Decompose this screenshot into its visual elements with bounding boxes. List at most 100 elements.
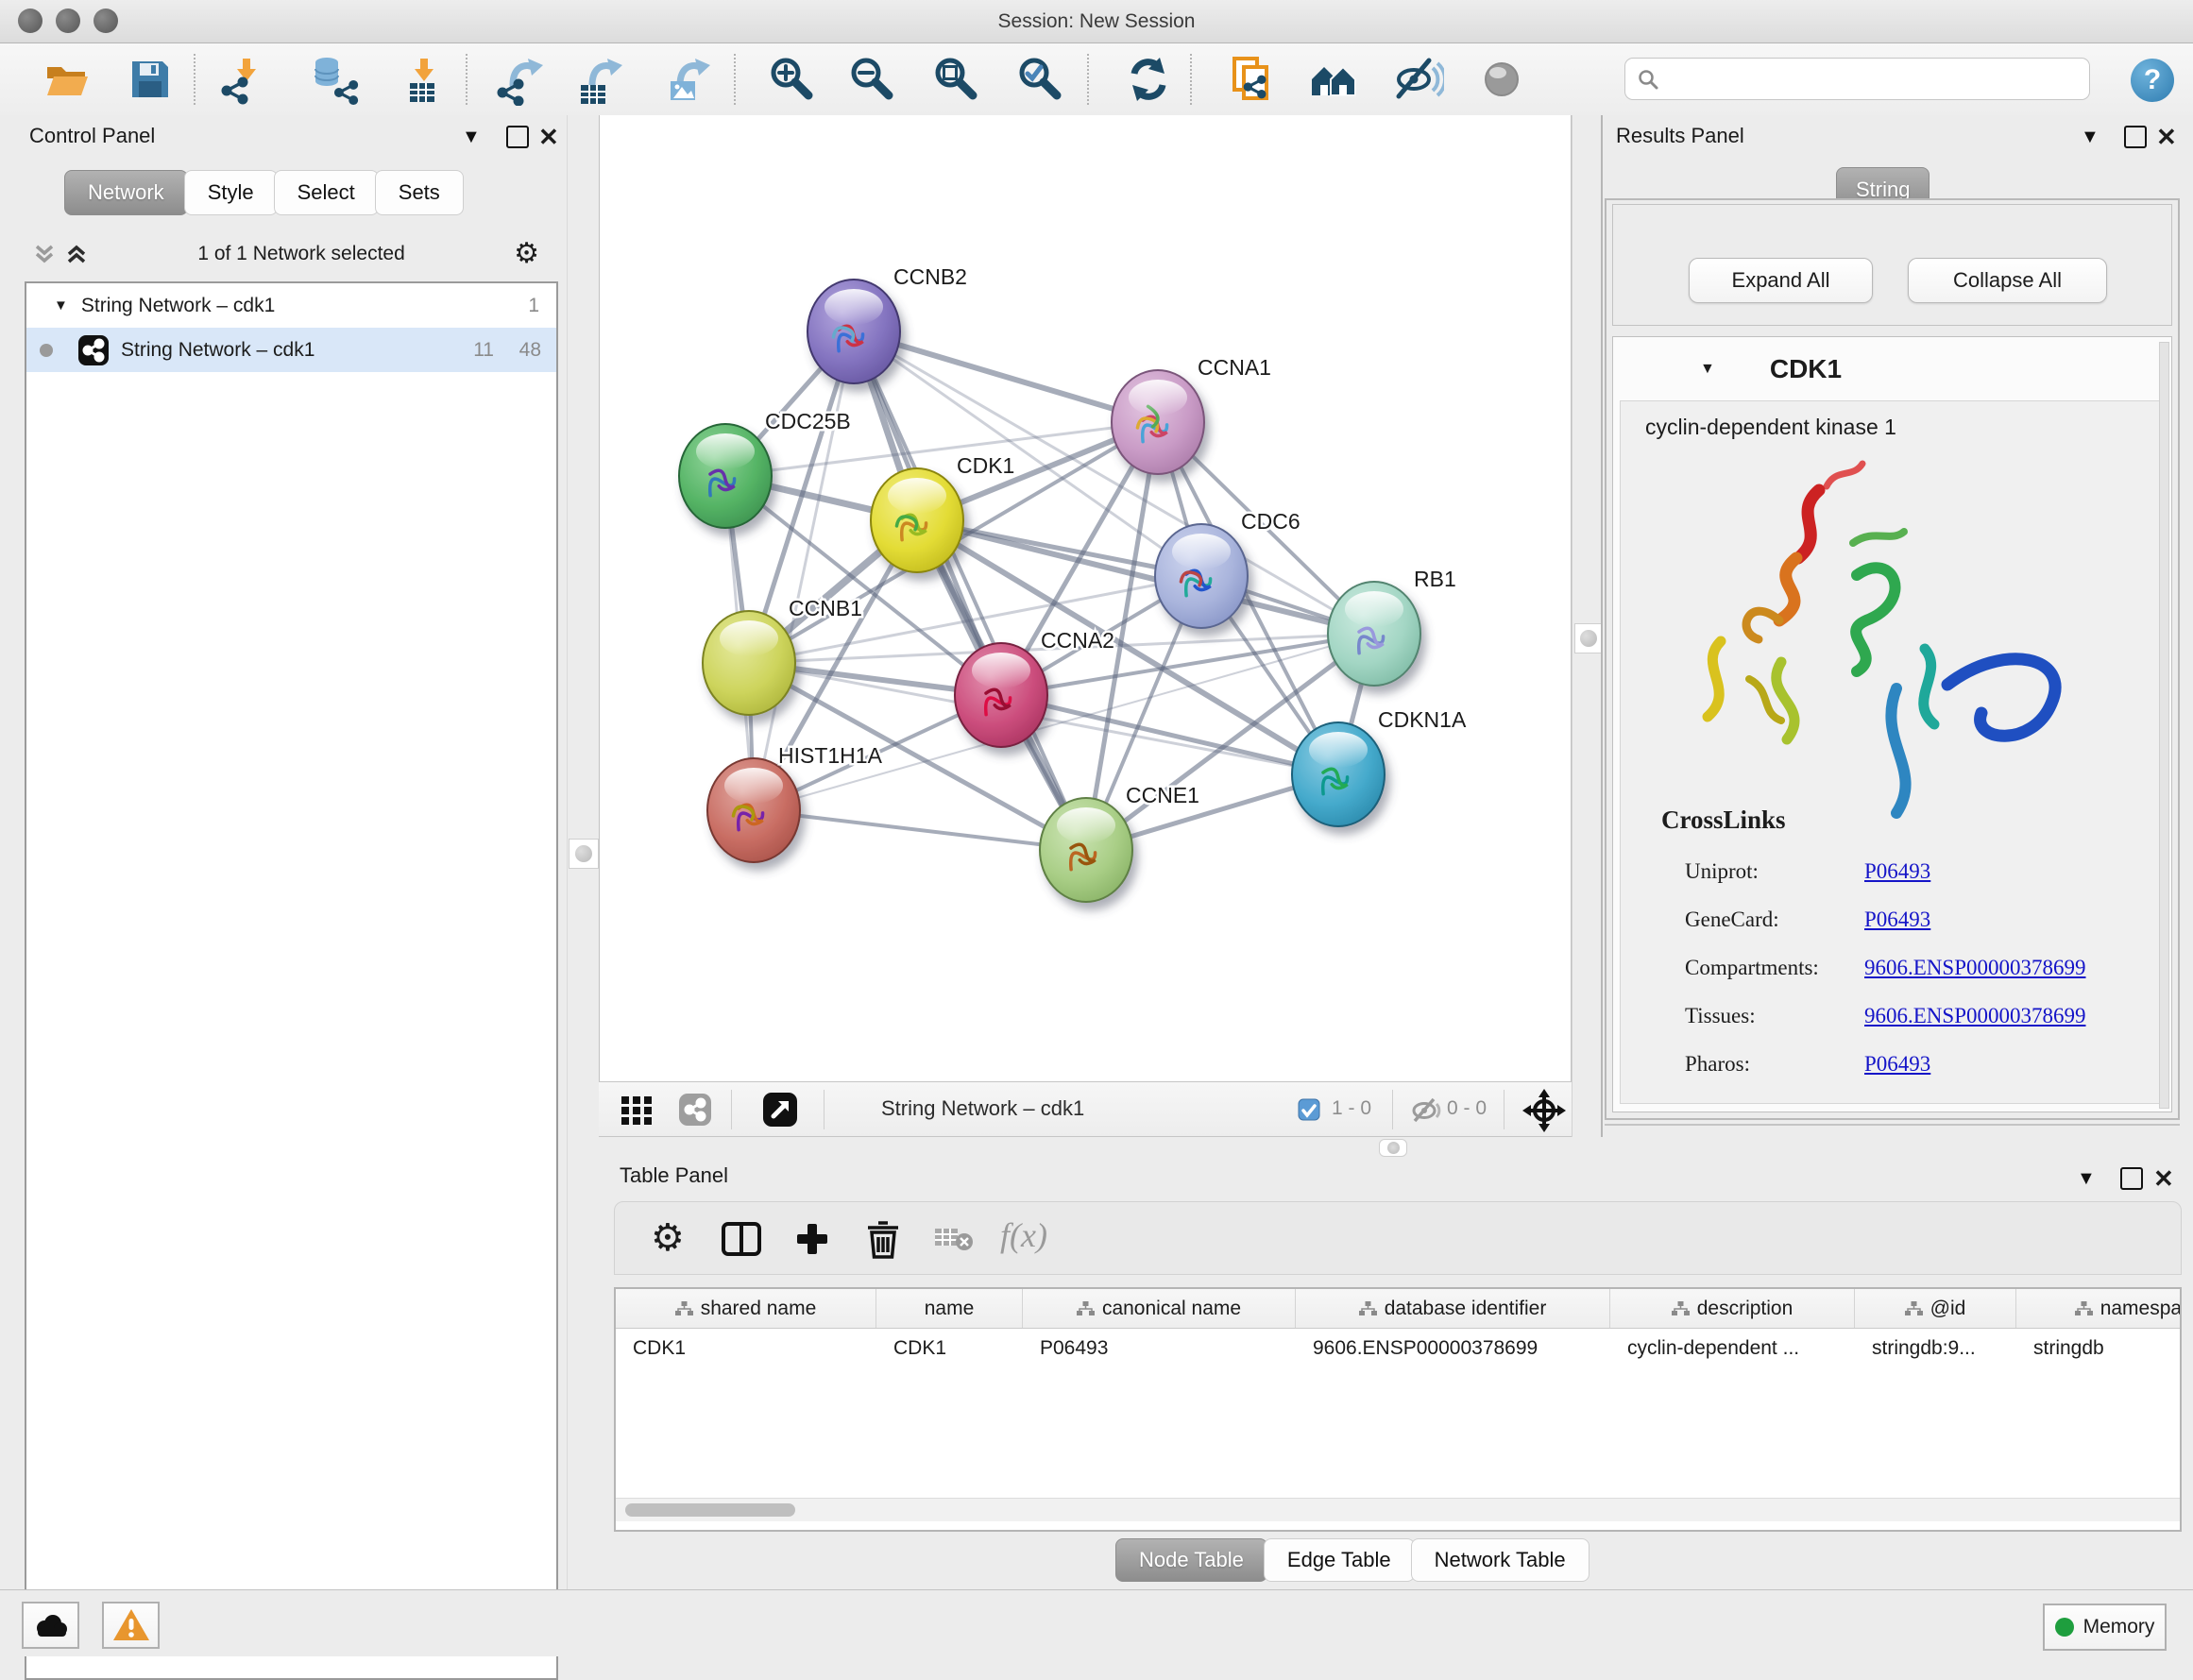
- cdk1-section-header[interactable]: ▼ CDK1: [1613, 337, 2171, 400]
- right-splitter-handle[interactable]: [1574, 623, 1603, 653]
- delete-table-icon[interactable]: [934, 1225, 976, 1253]
- string-network-gray-icon[interactable]: [678, 1093, 712, 1127]
- save-icon[interactable]: [124, 53, 177, 106]
- edge-CCNB2-HIST1H1A[interactable]: [754, 331, 854, 810]
- hide-selected-icon[interactable]: [1391, 53, 1444, 106]
- crosslink-link[interactable]: P06493: [1864, 908, 2138, 932]
- tab-network-table[interactable]: Network Table: [1411, 1538, 1590, 1582]
- memory-button[interactable]: Memory: [2043, 1604, 2167, 1651]
- cloud-button[interactable]: [22, 1602, 79, 1649]
- close-panel-icon[interactable]: ✕: [2156, 123, 2177, 152]
- maximize-panel-icon[interactable]: [2124, 126, 2147, 148]
- delete-column-icon[interactable]: [864, 1218, 902, 1260]
- refresh-layout-icon[interactable]: [1122, 53, 1175, 106]
- collapse-all-icon[interactable]: [32, 242, 57, 266]
- node-HIST1H1A[interactable]: [707, 758, 800, 862]
- table-cell[interactable]: cyclin-dependent ...: [1610, 1329, 1855, 1368]
- import-database-icon[interactable]: [309, 53, 362, 106]
- table-cell[interactable]: 9606.ENSP00000378699: [1296, 1329, 1610, 1368]
- tab-network[interactable]: Network: [64, 170, 188, 215]
- right-splitter[interactable]: [1572, 115, 1602, 1137]
- crosslink-link[interactable]: P06493: [1864, 1052, 2138, 1077]
- float-panel-icon[interactable]: ▼: [2081, 127, 2100, 146]
- help-button[interactable]: ?: [2131, 59, 2174, 102]
- open-in-window-icon[interactable]: [761, 1091, 799, 1128]
- crosslink-link[interactable]: P06493: [1864, 859, 2138, 884]
- formula-fx-icon[interactable]: f(x): [1000, 1215, 1047, 1255]
- table-row[interactable]: CDK1CDK1P064939606.ENSP00000378699cyclin…: [616, 1329, 2180, 1368]
- table-cell[interactable]: stringdb:9...: [1855, 1329, 2016, 1368]
- home-icon[interactable]: [1307, 53, 1360, 106]
- zoom-selected-icon[interactable]: [1014, 53, 1067, 106]
- node-CCNB1[interactable]: [703, 611, 795, 715]
- network-row-selected[interactable]: String Network – cdk1 11 48: [26, 328, 556, 372]
- column-header-shared-name[interactable]: shared name: [616, 1289, 876, 1328]
- node-CDKN1A[interactable]: [1292, 722, 1385, 826]
- edge-HIST1H1A-CCNE1[interactable]: [754, 810, 1086, 850]
- add-column-icon[interactable]: [794, 1221, 830, 1257]
- maximize-panel-icon[interactable]: [2120, 1167, 2143, 1190]
- hidden-eye-icon[interactable]: [1409, 1096, 1443, 1125]
- export-image-icon[interactable]: [661, 53, 714, 106]
- column-header-canonical-name[interactable]: canonical name: [1023, 1289, 1296, 1328]
- fit-crosshair-icon[interactable]: [1522, 1089, 1566, 1132]
- node-CDC6[interactable]: [1155, 524, 1248, 628]
- results-scrollbar[interactable]: [2159, 342, 2169, 1109]
- column-header-name[interactable]: name: [876, 1289, 1023, 1328]
- left-splitter[interactable]: [567, 115, 601, 1589]
- table-cell[interactable]: CDK1: [876, 1329, 1023, 1368]
- expand-all-button[interactable]: Expand All: [1689, 258, 1873, 303]
- expand-all-icon[interactable]: [64, 242, 89, 266]
- table-cell[interactable]: CDK1: [616, 1329, 876, 1368]
- gear-icon[interactable]: ⚙: [514, 240, 539, 268]
- search-field[interactable]: [1624, 58, 2090, 100]
- split-columns-icon[interactable]: [721, 1221, 762, 1257]
- node-CDC25B[interactable]: [679, 424, 772, 528]
- birdseye-grid-icon[interactable]: [620, 1093, 654, 1127]
- tab-node-table[interactable]: Node Table: [1115, 1538, 1267, 1582]
- float-panel-icon[interactable]: ▼: [462, 127, 481, 146]
- crosslink-link[interactable]: 9606.ENSP00000378699: [1864, 1004, 2138, 1028]
- export-table-icon[interactable]: [573, 53, 626, 106]
- tab-sets[interactable]: Sets: [375, 170, 464, 215]
- collection-caret-icon[interactable]: ▼: [54, 297, 68, 314]
- node-CCNA1[interactable]: [1112, 370, 1204, 474]
- share-document-icon[interactable]: [1227, 53, 1280, 106]
- table-gear-icon[interactable]: ⚙: [651, 1219, 685, 1257]
- edge-CCNA2-CDKN1A[interactable]: [1001, 695, 1338, 774]
- network-canvas[interactable]: CCNB2 CCNA1 CDC25B CDK1 CDC6 RB1 CCNB1 C…: [599, 115, 1572, 1081]
- network-collection-row[interactable]: ▼ String Network – cdk1 1: [26, 283, 556, 328]
- tab-select[interactable]: Select: [274, 170, 379, 215]
- close-panel-icon[interactable]: ✕: [2153, 1164, 2174, 1194]
- zoom-in-icon[interactable]: [766, 53, 819, 106]
- float-panel-icon[interactable]: ▼: [2077, 1169, 2096, 1188]
- left-splitter-handle[interactable]: [569, 839, 599, 869]
- table-cell[interactable]: stringdb: [2016, 1329, 2182, 1368]
- section-caret-icon[interactable]: ▼: [1700, 361, 1715, 378]
- horizontal-splitter-handle[interactable]: [1379, 1139, 1407, 1157]
- tab-edge-table[interactable]: Edge Table: [1264, 1538, 1415, 1582]
- table-hscrollbar[interactable]: [616, 1498, 2180, 1521]
- warning-button[interactable]: [102, 1602, 160, 1649]
- collapse-all-button[interactable]: Collapse All: [1908, 258, 2107, 303]
- zoom-fit-icon[interactable]: [930, 53, 983, 106]
- horizontal-splitter[interactable]: [599, 1137, 2193, 1158]
- search-input[interactable]: [1659, 67, 2069, 91]
- show-all-icon[interactable]: [1475, 53, 1528, 106]
- zoom-out-icon[interactable]: [846, 53, 899, 106]
- import-network-icon[interactable]: [218, 53, 271, 106]
- maximize-panel-icon[interactable]: [506, 126, 529, 148]
- column-header-namespace[interactable]: namespace: [2016, 1289, 2182, 1328]
- column-header-database-identifier[interactable]: database identifier: [1296, 1289, 1610, 1328]
- node-CDK1[interactable]: [871, 468, 963, 572]
- crosslink-link[interactable]: 9606.ENSP00000378699: [1864, 956, 2138, 980]
- table-hscrollbar-thumb[interactable]: [625, 1503, 795, 1517]
- table-cell[interactable]: P06493: [1023, 1329, 1296, 1368]
- node-CCNA2[interactable]: [955, 643, 1047, 747]
- selected-checkbox-icon[interactable]: [1298, 1098, 1320, 1121]
- import-table-icon[interactable]: [396, 53, 449, 106]
- node-CCNE1[interactable]: [1040, 798, 1132, 902]
- open-folder-icon[interactable]: [40, 53, 93, 106]
- tab-style[interactable]: Style: [184, 170, 278, 215]
- close-panel-icon[interactable]: ✕: [538, 123, 559, 152]
